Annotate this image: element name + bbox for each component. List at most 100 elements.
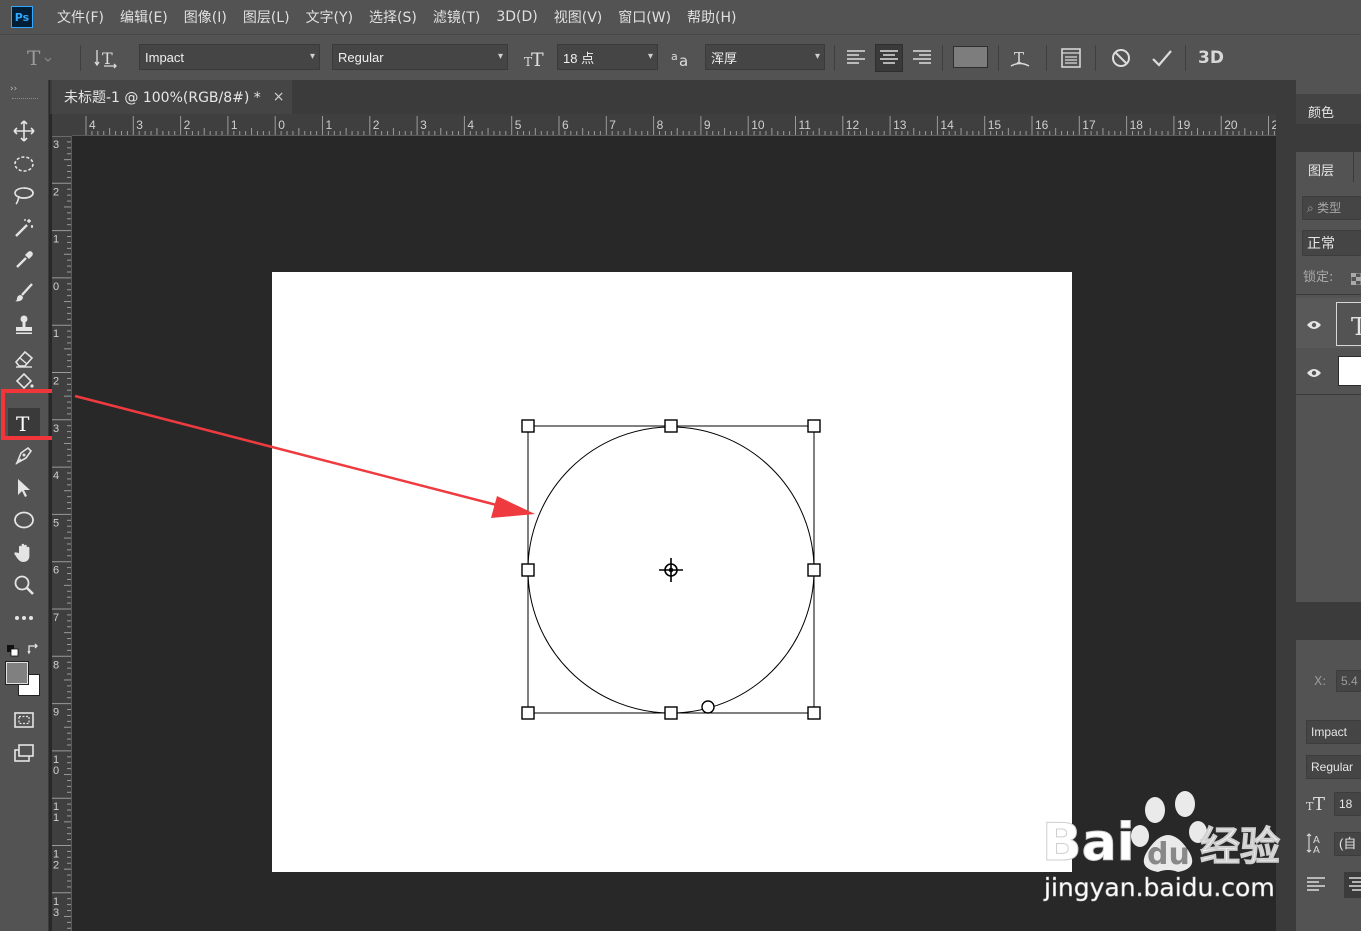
layer-row-background[interactable] (1296, 350, 1361, 390)
layer-filter-search[interactable]: ⌕ 类型 (1302, 196, 1361, 220)
blend-mode-dropdown[interactable]: 正常 (1302, 230, 1361, 256)
font-style-dropdown[interactable]: Regular ▾ (332, 44, 508, 70)
svg-text:T: T (531, 49, 544, 69)
menu-select[interactable]: 选择(S) (369, 7, 417, 27)
paint-bucket-tool-icon[interactable] (8, 372, 40, 392)
ruler-label: 3 (53, 907, 59, 919)
eye-icon[interactable] (1306, 316, 1322, 335)
ruler-label: 2 (373, 118, 380, 132)
warp-text-icon[interactable]: T (1006, 44, 1034, 72)
props-font-family-value: Impact (1311, 725, 1348, 739)
3d-button[interactable]: 3D (1197, 44, 1225, 72)
move-tool-icon[interactable] (8, 116, 40, 146)
collapse-toolbar-icon[interactable]: ›› (10, 84, 17, 94)
align-center-icon[interactable] (1344, 872, 1361, 898)
cancel-edits-icon[interactable] (1107, 44, 1135, 72)
layer-row-text[interactable]: T (1296, 298, 1361, 348)
document-canvas[interactable] (272, 272, 1072, 872)
svg-text:a: a (671, 50, 678, 63)
document-tab[interactable]: 未标题-1 @ 100%(RGB/8#) * × (52, 80, 292, 114)
svg-text:经验: 经验 (1200, 824, 1280, 870)
menu-file[interactable]: 文件(F) (57, 7, 104, 27)
eraser-tool-icon[interactable] (8, 343, 40, 373)
divider (1296, 294, 1361, 295)
props-font-style[interactable]: Regular (1306, 755, 1361, 779)
type-tool-preset-icon[interactable]: T (24, 44, 52, 72)
menu-3d[interactable]: 3D(D) (496, 9, 537, 25)
font-size-value: 18 点 (563, 50, 595, 66)
lock-label: 锁定: (1303, 270, 1334, 285)
svg-text:T: T (16, 412, 30, 434)
menu-image[interactable]: 图像(I) (184, 7, 227, 27)
ruler-label: 5 (515, 118, 522, 132)
menu-type[interactable]: 文字(Y) (306, 7, 353, 27)
toggle-text-orientation-icon[interactable]: T (92, 44, 120, 72)
menu-window[interactable]: 窗口(W) (618, 7, 671, 27)
font-family-dropdown[interactable]: Impact ▾ (139, 44, 320, 70)
more-tools-icon[interactable] (8, 603, 40, 633)
ruler-origin[interactable] (52, 114, 72, 136)
character-panel-icon[interactable] (1057, 44, 1085, 72)
vertical-ruler[interactable]: 321012345678910111213 (52, 136, 72, 931)
font-size-icon: TT (521, 44, 549, 72)
menu-edit[interactable]: 编辑(E) (120, 7, 168, 27)
document-tab-title: 未标题-1 @ 100%(RGB/8#) * (64, 90, 261, 106)
align-center-icon[interactable] (875, 44, 903, 72)
ruler-label: 3 (136, 118, 143, 132)
panel-divider (1296, 602, 1361, 640)
text-color-swatch[interactable] (953, 46, 988, 68)
antialias-dropdown[interactable]: 浑厚 ▾ (705, 44, 825, 70)
commit-edits-icon[interactable] (1148, 44, 1176, 72)
ruler-label: 6 (562, 118, 569, 132)
font-size-dropdown[interactable]: 18 点 ▾ (557, 44, 658, 70)
menu-layer[interactable]: 图层(L) (243, 7, 290, 27)
zoom-tool-icon[interactable] (8, 570, 40, 600)
type-tool-icon[interactable]: T (8, 408, 40, 438)
menu-view[interactable]: 视图(V) (554, 7, 603, 27)
ruler-label: 18 (1130, 118, 1144, 132)
ruler-label: 1 (53, 234, 59, 246)
ruler-label: 10 (751, 118, 765, 132)
ellipse-tool-icon[interactable] (8, 505, 40, 535)
menu-help[interactable]: 帮助(H) (687, 7, 736, 27)
ruler-label: 13 (893, 118, 907, 132)
swap-colors-icon[interactable] (27, 641, 39, 655)
ruler-label: 3 (420, 118, 427, 132)
toolbar-grip[interactable] (12, 98, 38, 100)
props-font-family[interactable]: Impact (1306, 720, 1361, 744)
options-bar: T T Impact ▾ Regular ▾ TT 18 点 ▾ aa 浑厚 ▾ (0, 34, 1361, 80)
marquee-tool-icon[interactable] (8, 149, 40, 179)
align-right-icon[interactable] (908, 44, 936, 72)
hand-tool-icon[interactable] (8, 538, 40, 568)
eye-icon[interactable] (1306, 364, 1322, 383)
ruler-label: 2 (53, 376, 59, 388)
chevron-down-icon: ▾ (497, 51, 503, 62)
x-position-value: 5.4 (1341, 674, 1358, 688)
tab-layers[interactable]: 图层 (1308, 160, 1334, 179)
clone-stamp-tool-icon[interactable] (8, 310, 40, 340)
font-style-value: Regular (338, 49, 384, 65)
x-position-field[interactable]: 5.4 (1336, 670, 1361, 692)
ruler-label: 7 (53, 612, 59, 624)
tab-color[interactable]: 颜色 (1308, 102, 1334, 121)
lasso-tool-icon[interactable] (8, 181, 40, 211)
quick-mask-icon[interactable] (8, 705, 40, 735)
path-selection-tool-icon[interactable] (8, 473, 40, 503)
svg-text:T: T (1351, 313, 1361, 341)
foreground-color-swatch[interactable] (5, 661, 29, 685)
svg-text:du: du (1147, 837, 1190, 872)
magic-wand-tool-icon[interactable] (8, 213, 40, 243)
tools-panel: ›› T (0, 80, 49, 931)
default-colors-icon[interactable] (7, 642, 19, 657)
align-left-icon[interactable] (842, 44, 870, 72)
menu-filter[interactable]: 滤镜(T) (433, 7, 480, 27)
ruler-label: 7 (609, 118, 616, 132)
screen-mode-icon[interactable] (8, 738, 40, 768)
close-icon[interactable]: × (273, 89, 285, 105)
text-layer-thumbnail-icon: T (1336, 302, 1361, 346)
horizontal-ruler[interactable]: 4321012345678910111213141516171819202 (52, 114, 1276, 136)
brush-tool-icon[interactable] (8, 278, 40, 308)
pen-tool-icon[interactable] (8, 440, 40, 470)
eyedropper-tool-icon[interactable] (8, 245, 40, 275)
lock-transparent-icon[interactable] (1350, 270, 1361, 286)
